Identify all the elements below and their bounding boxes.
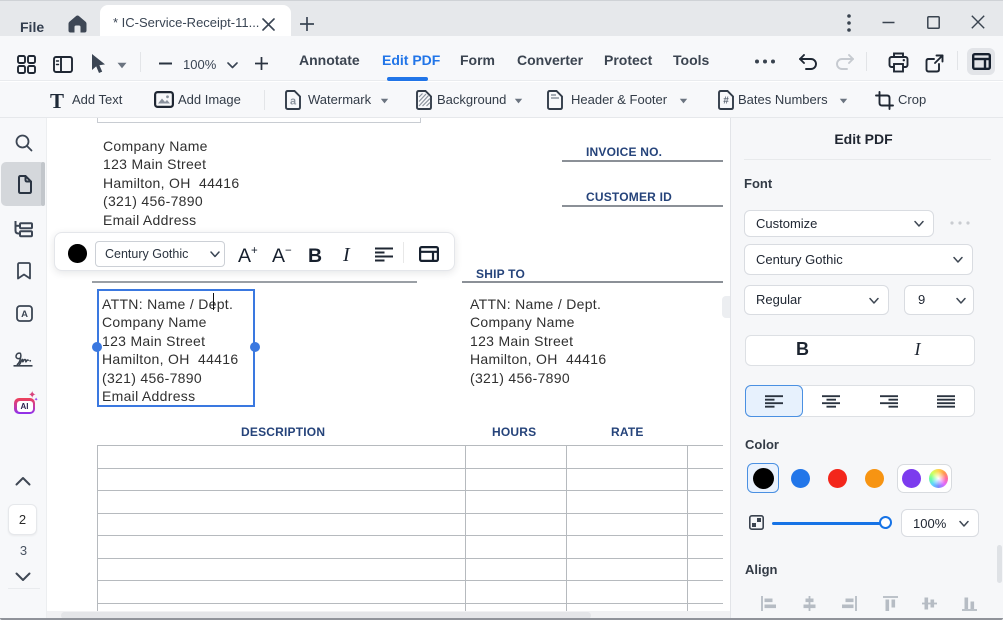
svg-text:a: a	[290, 96, 297, 108]
svg-text:A: A	[21, 309, 28, 320]
svg-text:#: #	[723, 96, 729, 107]
